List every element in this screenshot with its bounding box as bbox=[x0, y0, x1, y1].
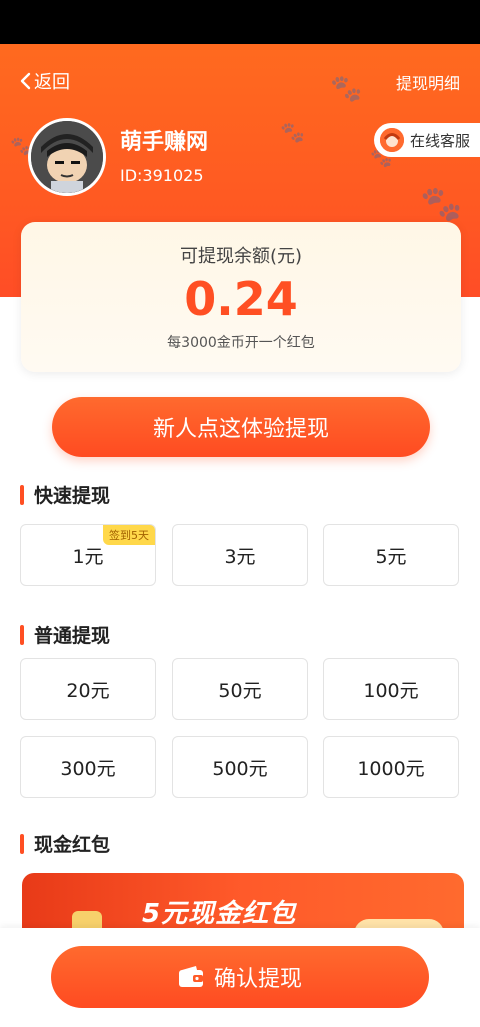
option-label: 100元 bbox=[363, 679, 419, 702]
withdraw-option-20[interactable]: 20元 bbox=[20, 658, 156, 720]
withdraw-option-1[interactable]: 1元 签到5天 bbox=[20, 524, 156, 586]
paw-print-icon: 🐾 bbox=[330, 74, 363, 104]
back-button[interactable]: 返回 bbox=[18, 68, 70, 94]
username: 萌手赚网 bbox=[120, 130, 209, 155]
sign-in-badge: 签到5天 bbox=[103, 525, 155, 545]
chevron-left-icon bbox=[20, 72, 31, 90]
online-service-button[interactable]: 在线客服 bbox=[373, 123, 480, 157]
bottom-bar: 确认提现 bbox=[0, 928, 480, 1027]
quick-withdraw-title: 快速提现 bbox=[20, 481, 110, 508]
option-label: 1000元 bbox=[357, 757, 425, 780]
normal-withdraw-title-text: 普通提现 bbox=[34, 625, 111, 647]
cash-redpacket-title-text: 现金红包 bbox=[34, 834, 111, 856]
cash-redpacket-title: 现金红包 bbox=[20, 830, 110, 857]
customer-service-icon bbox=[379, 128, 404, 152]
withdraw-option-5[interactable]: 5元 bbox=[323, 524, 459, 586]
option-label: 300元 bbox=[60, 757, 116, 780]
confirm-withdraw-label: 确认提现 bbox=[213, 967, 302, 992]
option-label: 5元 bbox=[375, 545, 407, 568]
withdraw-detail-link[interactable]: 提现明细 bbox=[396, 70, 460, 94]
balance-label: 可提现余额(元) bbox=[179, 246, 303, 267]
withdraw-option-500[interactable]: 500元 bbox=[172, 736, 308, 798]
balance-amount: 0.24 bbox=[184, 272, 298, 326]
withdraw-option-1000[interactable]: 1000元 bbox=[323, 736, 459, 798]
back-label: 返回 bbox=[34, 72, 70, 93]
section-marker bbox=[20, 624, 24, 645]
banner-text: 5元现金红包 bbox=[142, 899, 297, 929]
confirm-withdraw-button[interactable]: 确认提现 bbox=[51, 946, 429, 1008]
option-label: 50元 bbox=[218, 679, 262, 702]
option-label: 1元 bbox=[72, 545, 104, 568]
avatar bbox=[28, 118, 106, 196]
paw-print-icon: 🐾 bbox=[420, 184, 463, 224]
wallet-icon bbox=[178, 966, 203, 987]
option-label: 20元 bbox=[66, 679, 110, 702]
section-marker bbox=[20, 833, 24, 854]
option-label: 500元 bbox=[212, 757, 268, 780]
section-marker bbox=[20, 484, 24, 505]
user-id: ID:391025 bbox=[120, 166, 204, 185]
balance-card: 可提现余额(元) 0.24 每3000金币开一个红包 bbox=[21, 222, 461, 372]
withdraw-option-300[interactable]: 300元 bbox=[20, 736, 156, 798]
normal-withdraw-title: 普通提现 bbox=[20, 621, 110, 648]
option-label: 3元 bbox=[224, 545, 256, 568]
online-service-label: 在线客服 bbox=[409, 131, 470, 150]
status-bar bbox=[0, 0, 480, 44]
withdraw-option-100[interactable]: 100元 bbox=[323, 658, 459, 720]
newbie-withdraw-button[interactable]: 新人点这体验提现 bbox=[52, 397, 430, 457]
withdraw-option-3[interactable]: 3元 bbox=[172, 524, 308, 586]
cash-redpacket-banner[interactable]: 5元现金红包 bbox=[22, 873, 464, 933]
withdraw-option-50[interactable]: 50元 bbox=[172, 658, 308, 720]
balance-note: 每3000金币开一个红包 bbox=[167, 335, 315, 351]
paw-print-icon: 🐾 bbox=[280, 120, 305, 144]
quick-withdraw-title-text: 快速提现 bbox=[34, 485, 111, 507]
